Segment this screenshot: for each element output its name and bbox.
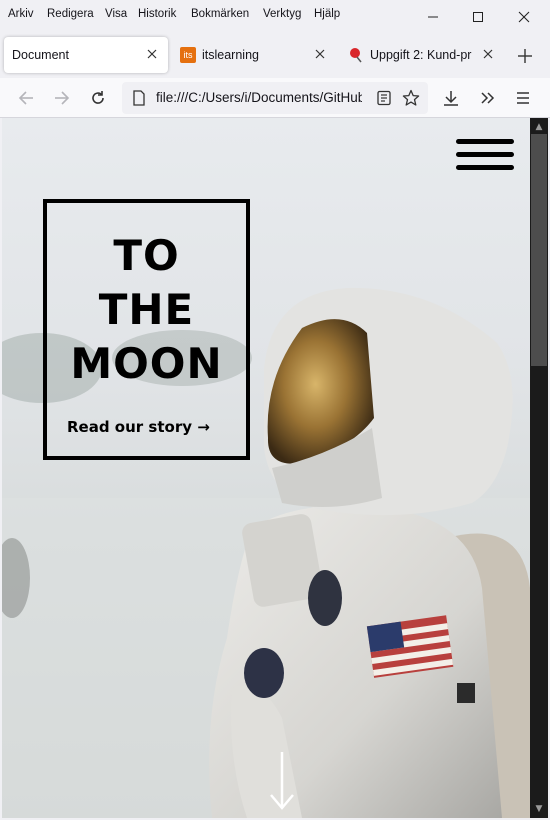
menu-visa[interactable]: Visa (105, 8, 127, 20)
maximize-icon (473, 12, 483, 22)
read-our-story-link[interactable]: Read our story → (67, 418, 210, 436)
tab-label: Document (12, 48, 69, 62)
tab-document[interactable]: Document (4, 37, 168, 73)
hero-title-line: TO (113, 231, 180, 280)
close-icon (315, 49, 325, 59)
tab-close-button[interactable] (480, 46, 496, 62)
minimize-icon (428, 16, 438, 18)
close-icon (518, 11, 530, 23)
hero-title: TO THE MOON (47, 229, 246, 391)
url-text[interactable]: file:///C:/Users/i/Documents/GitHub (156, 90, 362, 105)
hamburger-menu-button[interactable] (456, 138, 514, 172)
page-content: TO THE MOON Read our story → (2, 118, 530, 818)
close-window-button[interactable] (501, 0, 547, 34)
new-tab-button[interactable] (514, 45, 536, 67)
reader-view-icon[interactable] (376, 90, 392, 106)
pin-favicon-icon (350, 48, 362, 63)
scroll-thumb[interactable] (531, 134, 547, 366)
navigation-bar: file:///C:/Users/i/Documents/GitHub (0, 78, 550, 118)
menu-hjalp[interactable]: Hjälp (314, 8, 340, 20)
reload-icon (92, 91, 104, 104)
browser-window: Arkiv Redigera Visa Historik Bokmärken V… (0, 0, 550, 820)
tab-itslearning[interactable]: its itslearning (172, 37, 336, 73)
address-bar[interactable]: file:///C:/Users/i/Documents/GitHub (122, 82, 428, 114)
chevron-double-right-icon (481, 92, 495, 104)
tab-label: itslearning (202, 48, 259, 62)
tab-uppgift[interactable]: Uppgift 2: Kund-projekt (340, 37, 504, 73)
menu-verktyg[interactable]: Verktyg (263, 8, 301, 20)
arrow-left-icon (18, 91, 33, 105)
reload-button[interactable] (86, 86, 110, 110)
menu-arkiv[interactable]: Arkiv (8, 8, 34, 20)
vertical-scrollbar[interactable]: ▲ ▼ (530, 118, 548, 818)
file-icon (133, 90, 145, 106)
tab-label: Uppgift 2: Kund-projekt (370, 48, 472, 62)
app-menu-button[interactable] (511, 86, 535, 110)
maximize-button[interactable] (455, 0, 501, 34)
scroll-down-icon[interactable]: ▼ (533, 803, 545, 815)
hero-title-line: THE (98, 285, 195, 334)
scroll-up-icon[interactable]: ▲ (533, 121, 545, 133)
forward-button[interactable] (50, 86, 74, 110)
menu-historik[interactable]: Historik (138, 8, 176, 20)
hamburger-line (456, 165, 514, 170)
tab-close-button[interactable] (144, 46, 160, 62)
star-icon[interactable] (402, 89, 420, 107)
back-button[interactable] (14, 86, 38, 110)
close-icon (147, 49, 157, 59)
downloads-button[interactable] (439, 86, 463, 110)
tab-bar: Document its itslearning Uppgift 2: Kund… (0, 34, 550, 78)
itslearning-favicon: its (180, 47, 196, 63)
arrow-down-icon[interactable] (268, 750, 296, 812)
plus-icon (518, 49, 532, 63)
tab-close-button[interactable] (312, 46, 328, 62)
hero-title-line: MOON (70, 339, 223, 388)
download-icon (444, 91, 458, 106)
overflow-menu-button[interactable] (475, 86, 499, 110)
hamburger-menu-icon (517, 92, 529, 104)
hamburger-line (456, 139, 514, 144)
hero-box: TO THE MOON Read our story → (43, 199, 250, 460)
hamburger-line (456, 152, 514, 157)
menu-bar: Arkiv Redigera Visa Historik Bokmärken V… (0, 0, 550, 34)
menu-redigera[interactable]: Redigera (47, 8, 94, 20)
arrow-right-icon (55, 91, 70, 105)
menu-bokmarken[interactable]: Bokmärken (191, 8, 249, 20)
minimize-button[interactable] (410, 0, 456, 34)
close-icon (483, 49, 493, 59)
